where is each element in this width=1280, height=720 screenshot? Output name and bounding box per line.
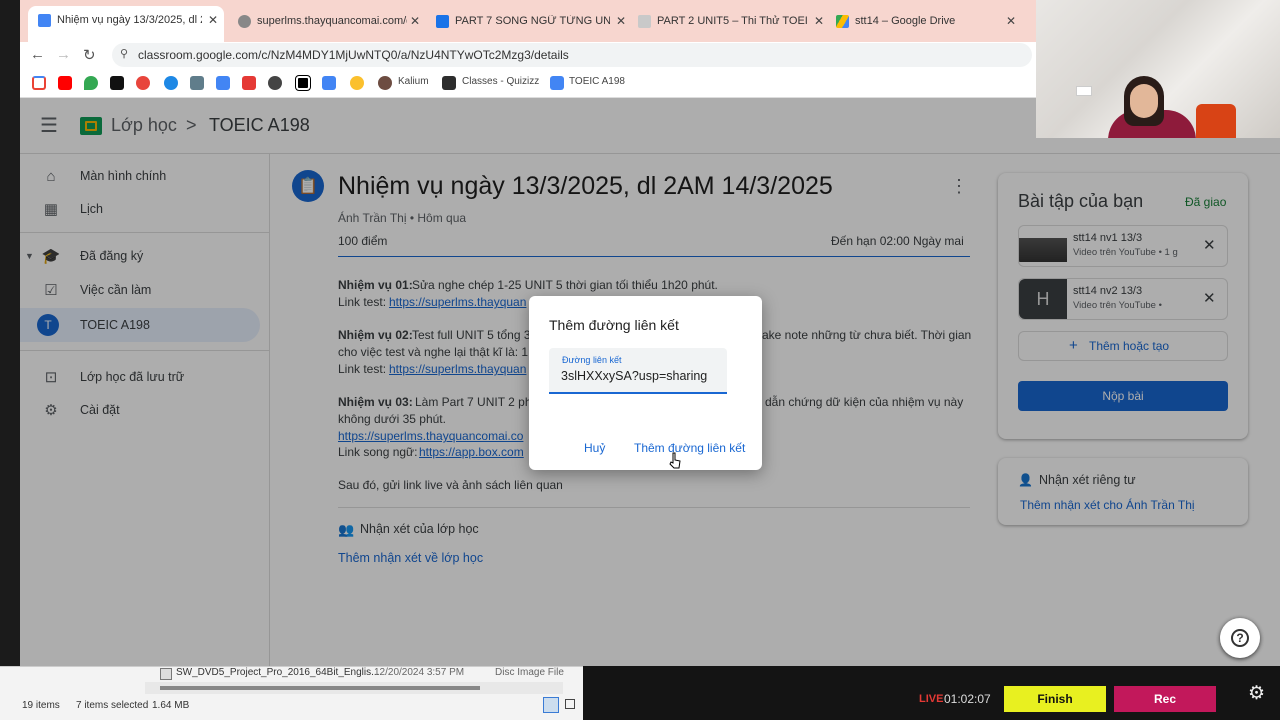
bookmark-icon[interactable] xyxy=(350,76,364,90)
forward-icon[interactable]: → xyxy=(56,46,71,63)
bookmark-icon[interactable] xyxy=(136,76,150,90)
tab-superlms[interactable]: superlms.thayquancomai.com/d ✕ xyxy=(234,8,426,34)
tab-drive[interactable]: stt14 – Google Drive ✕ xyxy=(832,8,1022,34)
classroom-tab-icon xyxy=(38,13,51,27)
finish-button[interactable]: Finish xyxy=(1004,686,1106,712)
person-face-shape xyxy=(1130,84,1158,118)
bookmark-icon[interactable] xyxy=(190,76,204,90)
google-drive-icon xyxy=(836,14,849,28)
bookmark-icon[interactable] xyxy=(268,76,282,90)
gear-icon[interactable]: ⚙ xyxy=(1248,682,1265,705)
horizontal-scrollbar[interactable] xyxy=(145,682,563,694)
bookmark-icon[interactable] xyxy=(242,76,256,90)
close-tab-icon[interactable]: ✕ xyxy=(616,14,626,28)
tab-classroom[interactable]: Nhiệm vụ ngày 13/3/2025, dl 2AM ✕ xyxy=(28,6,224,42)
browser-tab-bar: Nhiệm vụ ngày 13/3/2025, dl 2AM ✕ superl… xyxy=(20,0,1036,42)
reload-icon[interactable]: ↻ xyxy=(83,46,96,64)
disc-image-icon xyxy=(160,668,172,680)
rec-label: Rec xyxy=(1153,692,1176,706)
tab-part2[interactable]: PART 2 UNIT5 – Thi Thử TOEIC ✕ xyxy=(634,8,830,34)
finish-label: Finish xyxy=(1037,692,1073,706)
site-info-icon[interactable]: ⚲ xyxy=(120,47,128,60)
tiles-view-icon[interactable] xyxy=(565,699,575,709)
maps-icon[interactable] xyxy=(84,76,98,90)
address-bar-row: ← → ↻ ⚲ classroom.google.com/c/NzM4MDY1M… xyxy=(20,42,1036,68)
tab-title: superlms.thayquancomai.com/d xyxy=(257,15,407,27)
close-tab-icon[interactable]: ✕ xyxy=(208,13,218,27)
tiktok-icon[interactable] xyxy=(110,76,124,90)
tab-title: PART 2 UNIT5 – Thi Thử TOEIC xyxy=(657,15,807,27)
tab-part7[interactable]: PART 7 SONG NGỮ TỪNG UNIT ✕ xyxy=(434,8,632,34)
webcam-overlay xyxy=(1036,0,1280,138)
recording-timer: 01:02:07 xyxy=(944,692,991,706)
bookmark-icon[interactable] xyxy=(164,76,178,90)
add-link-button[interactable]: Thêm đường liên kết xyxy=(634,441,745,455)
url-text: classroom.google.com/c/NzM4MDY1MjUwNTQ0/… xyxy=(138,48,569,62)
help-button[interactable]: ? xyxy=(1220,618,1260,658)
help-icon: ? xyxy=(1231,629,1249,647)
file-explorer-strip: SW_DVD5_Project_Pro_2016_64Bit_Englis...… xyxy=(0,666,583,720)
page-icon xyxy=(638,14,651,28)
kalium-icon xyxy=(378,76,392,90)
url-bar[interactable]: ⚲ classroom.google.com/c/NzM4MDY1MjUwNTQ… xyxy=(112,43,1032,67)
globe-icon xyxy=(238,14,251,28)
wall-outlet-shape xyxy=(1076,86,1092,96)
bookmark-quizizz[interactable]: Classes - Quizizz xyxy=(462,76,539,87)
close-tab-icon[interactable]: ✕ xyxy=(410,14,420,28)
file-type: Disc Image File xyxy=(495,667,564,678)
selected-size: 1.64 MB xyxy=(152,700,190,711)
box-icon xyxy=(436,14,449,28)
translate-icon[interactable] xyxy=(216,76,230,90)
scrollbar-thumb[interactable] xyxy=(160,686,480,690)
docs-icon[interactable] xyxy=(322,76,336,90)
quizizz-icon xyxy=(442,76,456,90)
live-indicator: LIVE xyxy=(919,693,944,705)
items-count: 19 items xyxy=(22,700,60,711)
youtube-icon[interactable] xyxy=(58,76,72,90)
recorder-bar: LIVE 01:02:07 Finish Rec ⚙ xyxy=(583,666,1280,720)
close-tab-icon[interactable]: ✕ xyxy=(814,14,824,28)
tab-title: stt14 – Google Drive xyxy=(855,15,956,27)
bookmark-toeic[interactable]: TOEIC A198 xyxy=(569,76,625,87)
link-input-value[interactable]: 3slHXXxySA?usp=sharing xyxy=(561,369,707,383)
tab-title: Nhiệm vụ ngày 13/3/2025, dl 2AM xyxy=(57,14,202,26)
link-input[interactable]: Đường liên kết 3slHXXxySA?usp=sharing xyxy=(549,348,727,394)
back-icon[interactable]: ← xyxy=(30,46,45,63)
link-input-label: Đường liên kết xyxy=(562,355,622,365)
details-view-icon[interactable] xyxy=(543,697,559,713)
add-link-dialog: Thêm đường liên kết Đường liên kết 3slHX… xyxy=(529,296,762,470)
chair-shape xyxy=(1196,104,1236,138)
rec-button[interactable]: Rec xyxy=(1114,686,1216,712)
close-tab-icon[interactable]: ✕ xyxy=(1006,14,1016,28)
dialog-title: Thêm đường liên kết xyxy=(549,317,679,333)
gmail-icon[interactable] xyxy=(32,76,46,90)
file-name[interactable]: SW_DVD5_Project_Pro_2016_64Bit_Englis... xyxy=(176,667,379,678)
screen: Nhiệm vụ ngày 13/3/2025, dl 2AM ✕ superl… xyxy=(0,0,1280,720)
bookmark-kalium[interactable]: Kalium xyxy=(398,76,429,87)
classroom-icon xyxy=(550,76,564,90)
cancel-button[interactable]: Huỷ xyxy=(584,441,605,455)
tab-title: PART 7 SONG NGỮ TỪNG UNIT xyxy=(455,15,610,27)
file-date: 12/20/2024 3:57 PM xyxy=(374,667,465,678)
selected-count: 7 items selected xyxy=(76,700,149,711)
bookmark-icon[interactable] xyxy=(295,75,311,91)
bookmarks-bar: Kalium Classes - Quizizz TOEIC A198 xyxy=(20,68,1036,98)
mouse-cursor-icon xyxy=(669,452,681,469)
